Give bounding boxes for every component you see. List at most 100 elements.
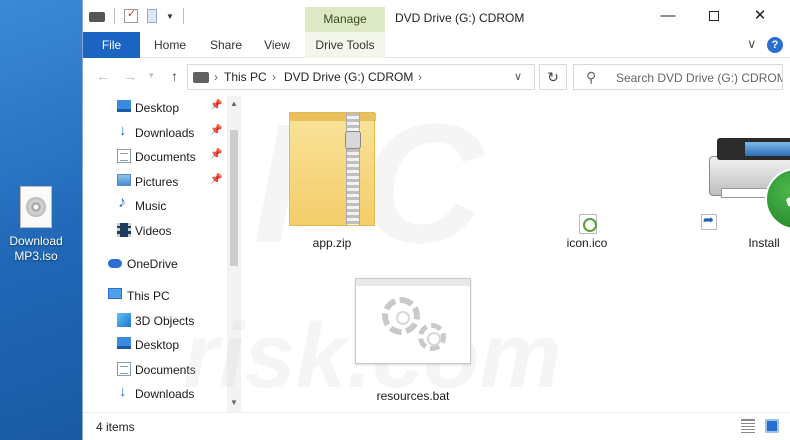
pin-icon[interactable]: 📌 xyxy=(210,149,222,160)
sidebar-item-3d-objects[interactable]: 3D Objects xyxy=(83,309,228,333)
sidebar-item-desktop[interactable]: Desktop xyxy=(83,333,228,357)
maximize-button[interactable] xyxy=(691,0,737,32)
window-title: DVD Drive (G:) CDROM xyxy=(395,11,525,25)
address-bar[interactable]: › This PC › DVD Drive (G:) CDROM › ∨ xyxy=(187,64,535,90)
onedrive-icon xyxy=(108,259,122,268)
sidebar-item-label: Documents xyxy=(135,150,196,164)
maximize-icon xyxy=(709,11,719,22)
file-name: icon.ico xyxy=(566,236,608,250)
downloads-icon xyxy=(117,383,131,400)
batch-file-icon[interactable] xyxy=(355,278,471,364)
desktop-iso-label: Download MP3.iso xyxy=(9,234,63,263)
quick-access-toolbar: ▼ xyxy=(89,7,184,24)
tab-view[interactable]: View xyxy=(259,32,295,58)
help-icon[interactable]: ? xyxy=(767,37,783,53)
pin-icon[interactable]: 📌 xyxy=(210,125,222,136)
sidebar-item-label: Documents xyxy=(135,363,196,377)
gear-icon xyxy=(382,297,420,335)
sidebar-item-videos[interactable]: Videos xyxy=(83,219,228,243)
file-item-icon-ico[interactable]: icon.ico xyxy=(522,236,652,254)
forward-button[interactable]: → xyxy=(123,68,137,84)
videos-icon xyxy=(117,223,131,237)
file-item-app-zip[interactable]: app.zip xyxy=(267,96,397,256)
dvd-drive-icon xyxy=(193,72,209,83)
documents-icon xyxy=(117,362,131,376)
item-count: 4 items xyxy=(96,420,135,434)
breadcrumb-dvd-drive[interactable]: DVD Drive (G:) CDROM xyxy=(284,70,413,84)
sidebar-item-downloads[interactable]: Downloads 📌 xyxy=(83,121,228,145)
sidebar-item-pictures[interactable]: Pictures 📌 xyxy=(83,170,228,194)
pin-icon[interactable]: 📌 xyxy=(210,174,222,185)
shortcut-arrow-icon xyxy=(701,212,717,230)
expand-ribbon-chevron-icon[interactable]: ∨ xyxy=(747,36,757,52)
pin-icon[interactable]: 📌 xyxy=(210,100,222,111)
sidebar-item-documents[interactable]: Documents xyxy=(83,358,228,382)
zipper xyxy=(346,113,360,225)
tab-drive-tools[interactable]: Drive Tools xyxy=(305,32,385,58)
recent-locations-button[interactable]: ▾ xyxy=(149,70,154,81)
details-view-icon[interactable] xyxy=(741,419,755,433)
sidebar-item-label: Downloads xyxy=(135,387,195,401)
properties-icon[interactable] xyxy=(124,7,138,23)
scrollbar-thumb[interactable] xyxy=(230,130,238,266)
downloads-icon xyxy=(117,122,131,139)
desktop-iso-file[interactable]: Download MP3.iso xyxy=(4,186,68,264)
sidebar-item-label: Desktop xyxy=(135,101,180,115)
gear-icon xyxy=(418,323,446,351)
file-name: resources.bat xyxy=(376,389,450,403)
breadcrumb-separator[interactable]: › xyxy=(214,70,218,84)
back-button[interactable]: ← xyxy=(96,68,110,84)
close-button[interactable]: ✕ xyxy=(737,0,783,32)
desktop-icon xyxy=(117,100,131,112)
tab-share[interactable]: Share xyxy=(203,32,249,58)
zipper-pull xyxy=(345,131,361,149)
breadcrumb-separator[interactable]: › xyxy=(272,70,276,84)
search-box[interactable]: ⚲ Search DVD Drive (G:) CDROM xyxy=(573,64,783,90)
title-bar: ▼ Manage DVD Drive (G:) CDROM — ✕ xyxy=(83,0,790,32)
up-button[interactable]: ↑ xyxy=(171,68,178,84)
status-bar: 4 items xyxy=(83,412,790,440)
scroll-down-icon[interactable]: ▼ xyxy=(230,398,238,407)
sidebar-item-label: Videos xyxy=(135,224,172,238)
sidebar-item-label: Downloads xyxy=(135,126,195,140)
search-input[interactable]: Search DVD Drive (G:) CDROM xyxy=(616,71,782,85)
sidebar-item-desktop[interactable]: Desktop 📌 xyxy=(83,96,228,120)
sidebar-item-this-pc[interactable]: This PC xyxy=(83,284,228,308)
ico-file-icon[interactable] xyxy=(579,214,597,234)
printer-top xyxy=(717,138,790,160)
tab-home[interactable]: Home xyxy=(145,32,195,58)
navigation-bar: ← → ▾ ↑ › This PC › DVD Drive (G:) CDROM… xyxy=(83,58,790,96)
music-icon xyxy=(117,194,131,212)
this-pc-icon xyxy=(108,288,122,299)
refresh-button[interactable]: ↻ xyxy=(539,64,567,90)
navigation-pane: Desktop 📌 Downloads 📌 Documents 📌 Pictur… xyxy=(83,96,241,412)
sidebar-item-label: This PC xyxy=(127,289,170,303)
zip-folder-icon xyxy=(289,112,376,226)
new-folder-icon[interactable] xyxy=(147,9,157,23)
sidebar-item-onedrive[interactable]: OneDrive xyxy=(83,252,228,276)
sidebar-item-label: Pictures xyxy=(135,175,179,189)
tab-file[interactable]: File xyxy=(83,32,140,58)
sidebar-item-label: OneDrive xyxy=(127,257,178,271)
navigation-scrollbar[interactable]: ▲ ▼ xyxy=(227,96,241,412)
sidebar-item-downloads[interactable]: Downloads xyxy=(83,382,228,406)
desktop-icon xyxy=(117,337,131,349)
file-item-install[interactable]: Install xyxy=(699,236,790,254)
breadcrumb-this-pc[interactable]: This PC xyxy=(224,70,267,84)
large-icons-view-icon[interactable] xyxy=(765,419,779,433)
drive-icon xyxy=(89,12,105,22)
address-history-chevron-icon[interactable]: ∨ xyxy=(514,70,522,83)
manage-tab-header: Manage xyxy=(305,7,385,32)
disc-image-icon xyxy=(20,186,52,228)
sidebar-item-documents[interactable]: Documents 📌 xyxy=(83,145,228,169)
sidebar-item-music[interactable]: Music xyxy=(83,194,228,218)
customize-toolbar-chevron-icon[interactable]: ▼ xyxy=(166,12,174,21)
file-item-resources-bat[interactable]: resources.bat xyxy=(348,389,478,407)
sidebar-item-label: 3D Objects xyxy=(135,314,195,328)
toolbar-divider xyxy=(114,8,115,24)
breadcrumb-separator[interactable]: › xyxy=(418,70,422,84)
ribbon-tabs: File Home Share View Drive Tools ∨ ? xyxy=(83,32,790,58)
scroll-up-icon[interactable]: ▲ xyxy=(230,99,238,108)
minimize-button[interactable]: — xyxy=(645,0,691,32)
documents-icon xyxy=(117,149,131,163)
